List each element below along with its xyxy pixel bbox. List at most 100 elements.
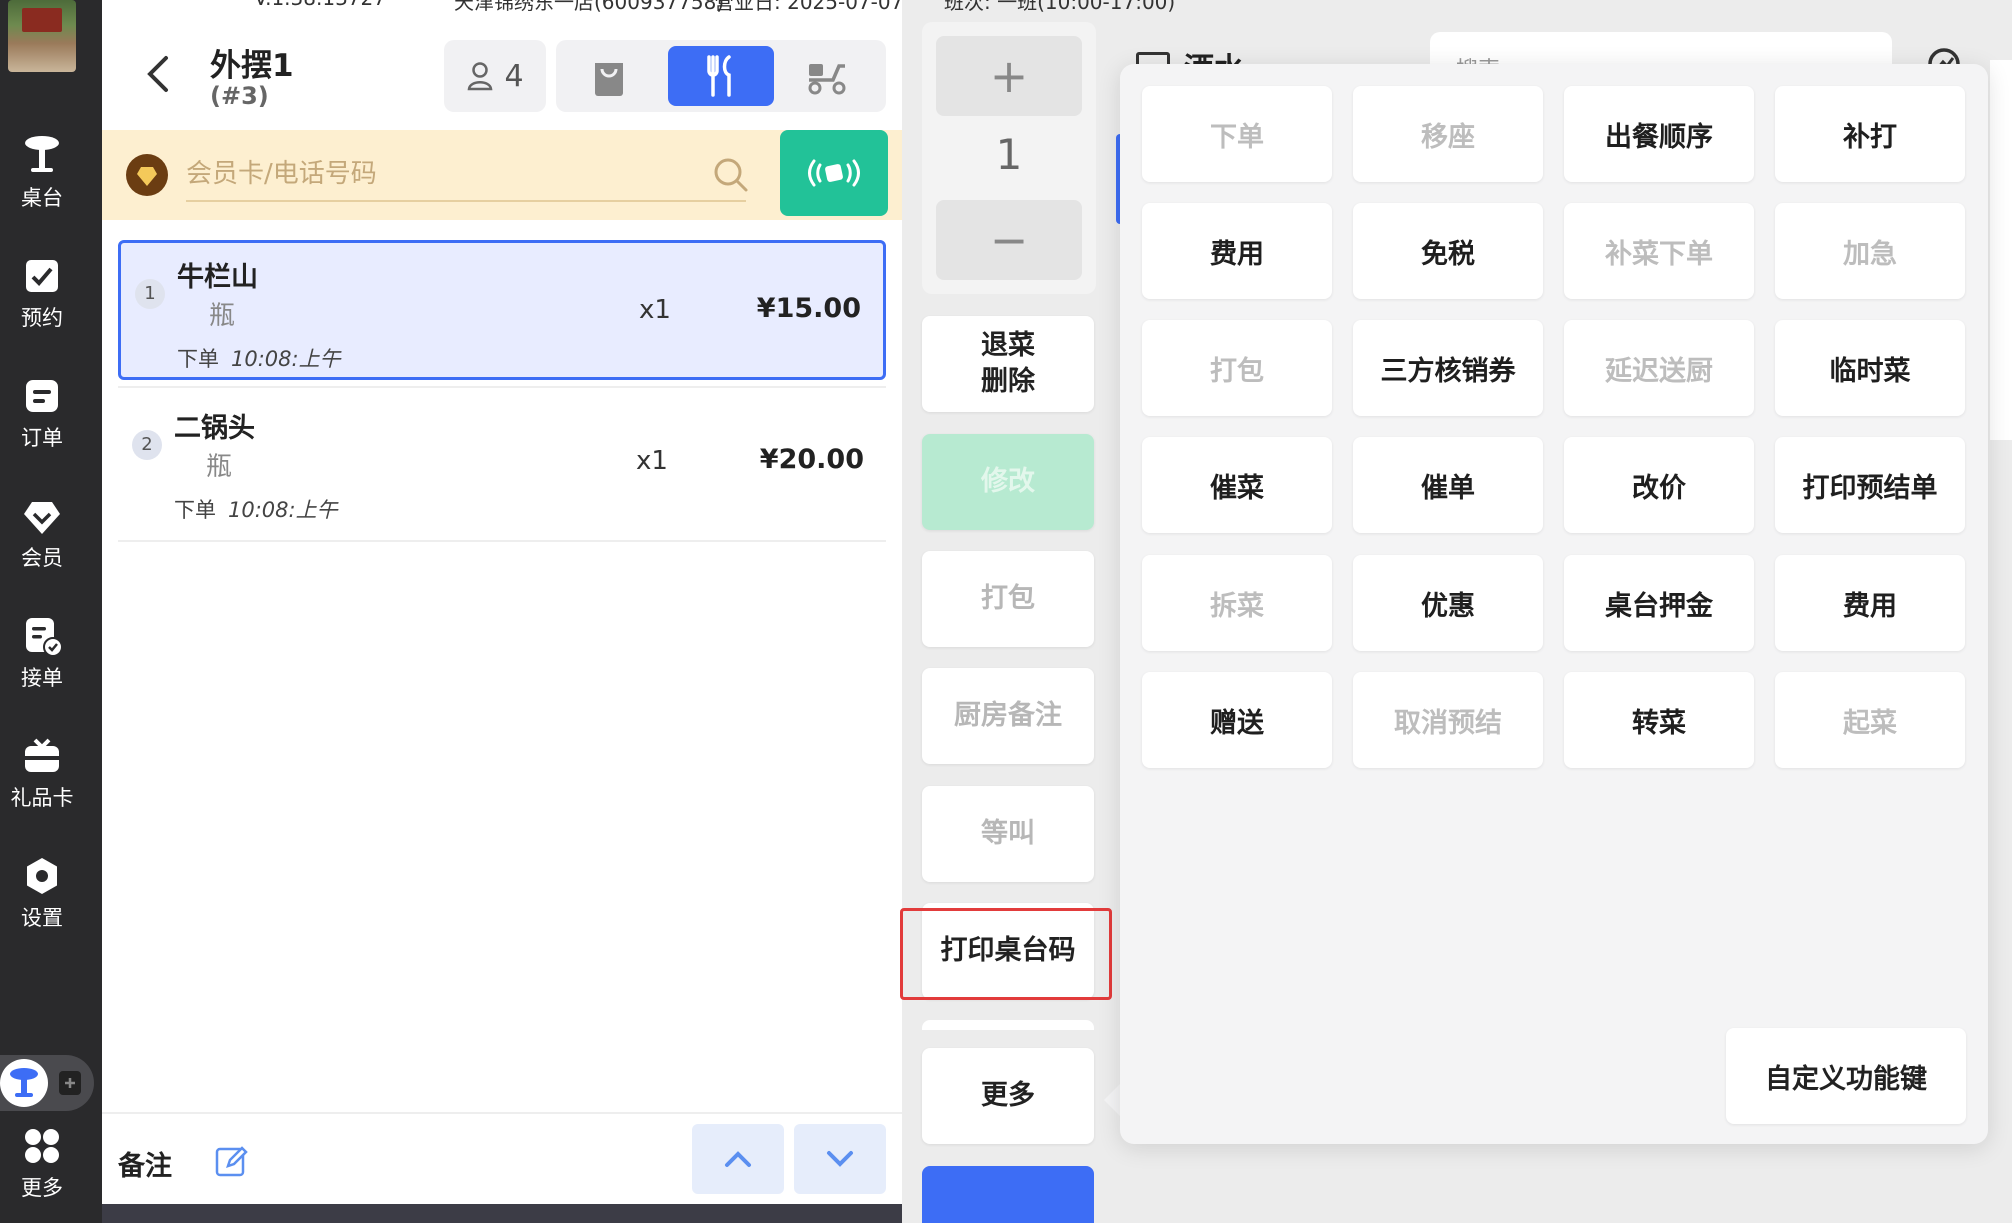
function-button[interactable]: 转菜: [1564, 672, 1754, 768]
nav-label: 桌台: [21, 186, 63, 210]
function-button[interactable]: 催菜: [1142, 437, 1332, 533]
mode-switch-toggle[interactable]: [0, 1055, 94, 1111]
delivery-mode-button[interactable]: [774, 46, 880, 106]
function-button[interactable]: 打包: [1142, 320, 1332, 416]
function-button[interactable]: 费用: [1142, 203, 1332, 299]
print-table-qr-button[interactable]: 打印桌台码: [922, 903, 1094, 999]
return-label: 退菜: [981, 330, 1035, 361]
store-text: 天津锦绣东一店(600937758): [454, 0, 725, 14]
scroll-up-button[interactable]: [692, 1124, 784, 1194]
function-button[interactable]: 下单: [1142, 86, 1332, 182]
modify-button[interactable]: 修改: [922, 434, 1094, 530]
nav-label: 设置: [21, 906, 63, 930]
function-button[interactable]: 拆菜: [1142, 555, 1332, 651]
nav-item-tables[interactable]: 桌台: [0, 134, 84, 212]
version-text: V.1.38.13727: [254, 0, 386, 10]
item-quantity: x1: [636, 446, 668, 476]
guest-count: 4: [504, 58, 524, 94]
member-card-phone-input[interactable]: [186, 148, 746, 202]
function-button[interactable]: 取消预结: [1353, 672, 1543, 768]
function-button[interactable]: 补菜下单: [1564, 203, 1754, 299]
function-button[interactable]: 临时菜: [1775, 320, 1965, 416]
nav-item-reservation[interactable]: 预约: [0, 254, 84, 332]
dine-in-mode-button[interactable]: [668, 46, 774, 106]
item-unit: 瓶: [206, 452, 233, 482]
order-item-row[interactable]: 1 牛栏山 瓶 x1 ¥15.00 下单 10:08:上午: [118, 240, 886, 380]
table-name: 外摆1: [210, 48, 294, 84]
nav-item-member[interactable]: 会员: [0, 494, 84, 572]
edit-note-icon[interactable]: [214, 1144, 248, 1178]
function-button[interactable]: 出餐顺序: [1564, 86, 1754, 182]
item-index-badge: 2: [132, 430, 162, 460]
table-number: (#3): [210, 82, 269, 110]
nav-label: 更多: [21, 1176, 63, 1200]
function-button[interactable]: 免税: [1353, 203, 1543, 299]
nav-item-orders[interactable]: 订单: [0, 374, 84, 452]
member-icon: [24, 502, 60, 534]
primary-action-button[interactable]: [922, 1166, 1094, 1223]
settings-icon: [27, 858, 57, 894]
item-name: 二锅头: [174, 413, 255, 444]
item-price: ¥20.00: [759, 444, 864, 475]
wait-call-button[interactable]: 等叫: [922, 786, 1094, 882]
status-bar: V.1.38.13727 天津锦绣东一店(600937758) 营业日: 202…: [204, 0, 1175, 14]
pack-button[interactable]: 打包: [922, 551, 1094, 647]
more-button[interactable]: 更多: [922, 1048, 1094, 1144]
search-icon[interactable]: [712, 156, 750, 194]
item-time: 10:08:上午: [231, 347, 341, 371]
return-delete-button[interactable]: 退菜 删除: [922, 316, 1094, 412]
function-button[interactable]: 移座: [1353, 86, 1543, 182]
nfc-card-reader-button[interactable]: [780, 130, 888, 216]
person-icon: [468, 62, 493, 91]
member-diamond-icon: [126, 154, 168, 196]
item-quantity: x1: [639, 295, 671, 325]
function-button[interactable]: 起菜: [1775, 672, 1965, 768]
more-icon: [25, 1129, 59, 1163]
table-icon: [10, 1068, 38, 1097]
add-document-icon: [59, 1071, 81, 1095]
scooter-icon: [808, 64, 846, 95]
item-status-line: 下单 10:08:上午: [174, 494, 338, 524]
function-button[interactable]: 优惠: [1353, 555, 1543, 651]
row-divider: [118, 540, 886, 542]
takeaway-mode-button[interactable]: [556, 46, 662, 106]
back-chevron-icon[interactable]: [142, 52, 174, 96]
nav-label: 会员: [21, 546, 63, 570]
function-button[interactable]: 打印预结单: [1775, 437, 1965, 533]
fork-knife-icon: [707, 55, 731, 97]
nav-item-settings[interactable]: 设置: [0, 854, 84, 932]
nav-item-gift-card[interactable]: 礼品卡: [0, 734, 84, 812]
function-button[interactable]: 催单: [1353, 437, 1543, 533]
side-navigation: 桌台 预约 订单 会员 接单 礼品卡 设置 更多: [0, 0, 102, 1223]
delete-label: 删除: [981, 366, 1035, 397]
function-button[interactable]: 延迟送厨: [1564, 320, 1754, 416]
function-button[interactable]: 补打: [1775, 86, 1965, 182]
note-label: 备注: [118, 1151, 172, 1182]
function-button[interactable]: 改价: [1564, 437, 1754, 533]
background-panel: [1990, 60, 2012, 440]
nav-label: 订单: [21, 426, 63, 450]
item-status: 下单: [177, 347, 219, 371]
scroll-down-button[interactable]: [794, 1124, 886, 1194]
custom-function-keys-button[interactable]: 自定义功能键: [1726, 1028, 1966, 1124]
item-index-badge: 1: [135, 279, 165, 309]
function-button[interactable]: 桌台押金: [1564, 555, 1754, 651]
guest-count-button[interactable]: 4: [444, 40, 546, 112]
nav-item-more[interactable]: 更多: [0, 1124, 84, 1202]
kitchen-note-button[interactable]: 厨房备注: [922, 668, 1094, 764]
accept-order-icon: [26, 618, 63, 657]
function-button[interactable]: 加急: [1775, 203, 1965, 299]
nav-label: 接单: [21, 666, 63, 690]
order-panel: V.1.38.13727 天津锦绣东一店(600937758) 营业日: 202…: [102, 0, 1175, 1223]
item-unit: 瓶: [209, 301, 236, 331]
order-item-row[interactable]: 2 二锅头 瓶 x1 ¥20.00 下单 10:08:上午: [118, 394, 886, 534]
function-button[interactable]: 费用: [1775, 555, 1965, 651]
table-icon: [25, 136, 59, 172]
quantity-minus-button[interactable]: −: [936, 200, 1082, 280]
quantity-plus-button[interactable]: +: [936, 36, 1082, 116]
hidden-action-button: [922, 1020, 1094, 1030]
store-avatar[interactable]: [8, 0, 76, 72]
function-button[interactable]: 三方核销券: [1353, 320, 1543, 416]
function-button[interactable]: 赠送: [1142, 672, 1332, 768]
nav-item-accept-order[interactable]: 接单: [0, 614, 84, 692]
